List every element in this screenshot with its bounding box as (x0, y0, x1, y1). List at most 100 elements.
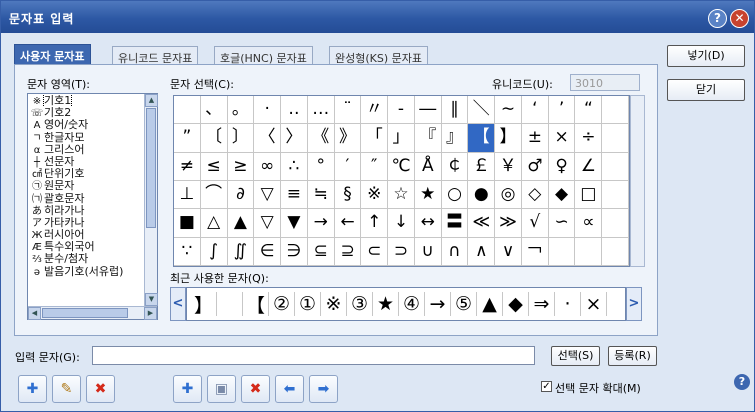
char-cell[interactable]: ⊆ (307, 237, 335, 266)
char-cell[interactable]: 【 (468, 124, 496, 153)
char-cell[interactable]: ∧ (468, 237, 496, 266)
char-cell[interactable]: 》 (334, 124, 362, 153)
recent-char[interactable]: ★ (373, 292, 399, 316)
char-cell[interactable]: ” (174, 124, 201, 153)
char-cell[interactable]: ≠ (174, 152, 201, 181)
char-cell[interactable]: ‘ (521, 96, 549, 125)
char-cell[interactable]: ∵ (174, 237, 201, 266)
char-cell[interactable]: 〕 (227, 124, 255, 153)
recent-prev-icon[interactable]: < (170, 287, 186, 321)
char-cell[interactable]: ⊃ (388, 237, 415, 266)
hscroll-thumb[interactable] (42, 308, 128, 318)
char-cell[interactable]: 』 (441, 124, 469, 153)
scroll-down-icon[interactable]: ▼ (145, 293, 158, 306)
char-cell[interactable]: ￡ (468, 152, 496, 181)
char-cell[interactable]: ≡ (281, 181, 308, 210)
char-cell[interactable]: 「 (361, 124, 389, 153)
grid-scrollbar[interactable] (630, 95, 645, 267)
char-cell[interactable]: ∞ (254, 152, 282, 181)
recent-chars[interactable]: 】 【② ① ※ ③ ★ ④ → ⑤ ▲ ◆ ⇒ · × (186, 287, 626, 321)
char-cell[interactable]: 、 (200, 96, 228, 125)
area-item[interactable]: Ж 러시아어 (28, 229, 144, 241)
char-cell[interactable]: 〃 (361, 96, 389, 125)
char-cell[interactable] (602, 152, 629, 181)
char-cell[interactable] (602, 124, 629, 153)
char-cell[interactable]: ∩ (441, 237, 469, 266)
recent-char[interactable]: ⑤ (451, 292, 477, 316)
char-cell[interactable]: 】 (495, 124, 522, 153)
char-cell[interactable]: ∠ (575, 152, 603, 181)
char-cell[interactable]: ¨ (334, 96, 362, 125)
area-item[interactable]: ☏기호2 (28, 107, 144, 119)
char-cell[interactable]: ⊇ (334, 237, 362, 266)
close-icon[interactable]: ✕ (730, 9, 749, 28)
char-cell[interactable]: ⌒ (200, 181, 228, 210)
char-grid[interactable]: 、。 · ‥… ¨ 〃 - ― ∥ ＼ ∼ ‘’ “ ” 〔〕〈〉《》「」『』【】 ± × ÷ ≠ ≤ ≥ ∞ ∴ ° ′ ″ ℃… (173, 95, 630, 267)
register-button[interactable]: 등록(R) (608, 346, 657, 366)
area-item[interactable]: ㉠ 원문자 (28, 180, 144, 192)
char-cell[interactable]: 。 (227, 96, 255, 125)
char-cell[interactable]: ÷ (575, 124, 603, 153)
char-cell[interactable]: 〔 (200, 124, 228, 153)
unicode-field[interactable]: 3010 (570, 74, 640, 91)
area-item[interactable]: ┼ 선문자 (28, 156, 144, 168)
char-cell[interactable]: ≤ (200, 152, 228, 181)
recent-char[interactable]: ▲ (477, 292, 503, 316)
char-cell[interactable]: ◎ (495, 181, 522, 210)
char-cell[interactable]: ∂ (227, 181, 255, 210)
char-cell[interactable]: ∬ (227, 237, 255, 266)
char-cell[interactable]: ∼ (495, 96, 522, 125)
char-cell[interactable]: ∈ (254, 237, 282, 266)
char-cell[interactable]: ★ (414, 181, 442, 210)
char-cell[interactable]: ∥ (441, 96, 469, 125)
char-cell[interactable]: ▽ (254, 181, 282, 210)
char-cell[interactable]: ″ (361, 152, 389, 181)
recent-char[interactable]: ③ (347, 292, 373, 316)
char-cell[interactable] (548, 237, 576, 266)
char-cell[interactable]: ′ (334, 152, 362, 181)
char-cell[interactable]: § (334, 181, 362, 210)
char-cell[interactable]: ▲ (227, 209, 255, 238)
delete-char-icon[interactable]: ✖ (241, 375, 270, 403)
help-icon[interactable]: ? (708, 9, 727, 28)
move-right-icon[interactable]: ➡ (309, 375, 338, 403)
char-cell[interactable]: ♂ (521, 152, 549, 181)
char-cell[interactable]: ≪ (468, 209, 496, 238)
char-cell[interactable]: ↔ (414, 209, 442, 238)
char-cell[interactable]: “ (575, 96, 603, 125)
area-item[interactable]: ㈀ 괄호문자 (28, 193, 144, 205)
area-item[interactable]: ⅔ 분수/첨자 (28, 253, 144, 265)
char-cell[interactable]: ￥ (495, 152, 522, 181)
delete-area-icon[interactable]: ✖ (86, 375, 115, 403)
recent-char[interactable]: ① (295, 292, 321, 316)
area-item[interactable]: あ 히라가나 (28, 205, 144, 217)
char-cell[interactable]: 」 (388, 124, 415, 153)
recent-char[interactable]: 【 (243, 292, 269, 317)
scroll-up-icon[interactable]: ▲ (145, 94, 158, 107)
char-cell[interactable]: ♀ (548, 152, 576, 181)
char-cell[interactable]: ↑ (361, 209, 389, 238)
recent-char[interactable]: ④ (399, 292, 425, 316)
add-area-icon[interactable]: ✚ (18, 375, 47, 403)
char-cell[interactable]: ∝ (575, 209, 603, 238)
char-cell[interactable]: ± (521, 124, 549, 153)
area-item[interactable]: ※ 기호1 (28, 95, 144, 108)
area-hscrollbar[interactable]: ◀ ▶ (28, 306, 157, 320)
char-cell[interactable]: … (307, 96, 335, 125)
char-cell[interactable]: ⊂ (361, 237, 389, 266)
char-cell[interactable]: ≥ (227, 152, 255, 181)
char-cell[interactable]: △ (200, 209, 228, 238)
area-item[interactable]: Æ 특수외국어 (28, 241, 144, 253)
char-cell[interactable]: ∨ (495, 237, 522, 266)
insert-char-icon[interactable]: ▣ (207, 375, 236, 403)
close-button[interactable]: 닫기 (667, 79, 745, 101)
recent-char[interactable]: → (425, 292, 451, 316)
char-cell[interactable]: ＼ (468, 96, 496, 125)
recent-next-icon[interactable]: > (626, 287, 642, 321)
input-chars-field[interactable] (92, 346, 535, 365)
char-cell[interactable]: ← (334, 209, 362, 238)
recent-char[interactable]: · (555, 292, 581, 316)
char-cell[interactable] (575, 237, 603, 266)
recent-char[interactable]: ※ (321, 292, 347, 316)
tab-hnc-charmap[interactable]: 호글(HNC) 문자표 (214, 46, 313, 65)
